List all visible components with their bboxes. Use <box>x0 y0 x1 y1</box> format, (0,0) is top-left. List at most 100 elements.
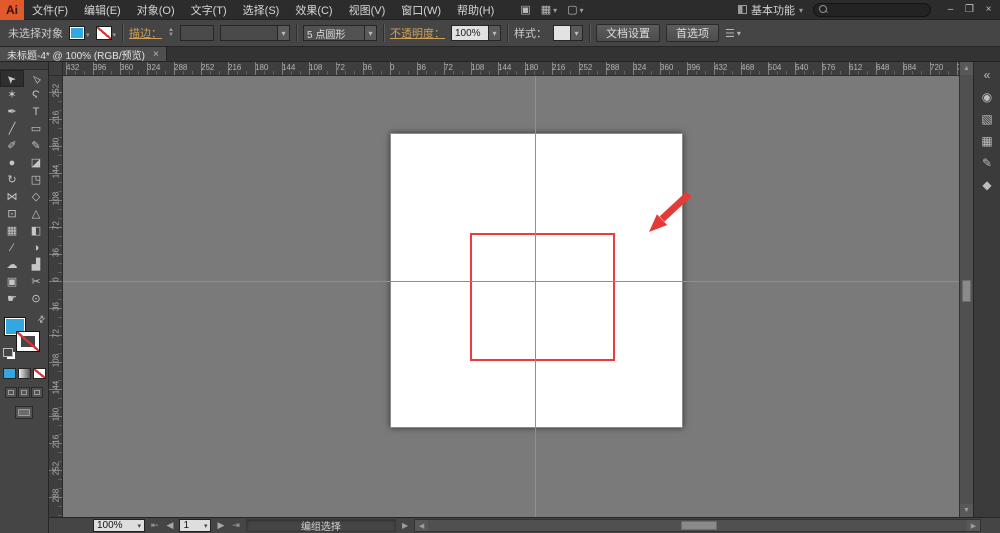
menu-window[interactable]: 窗口(W) <box>393 0 449 20</box>
canvas[interactable] <box>63 76 959 517</box>
direct-selection-tool[interactable]: ▻ <box>24 70 48 87</box>
paintbrush-tool[interactable]: ✐ <box>0 138 24 155</box>
menu-view[interactable]: 视图(V) <box>341 0 394 20</box>
last-artboard-button[interactable]: ⇥ <box>230 520 242 531</box>
status-flyout-icon[interactable]: ▶ <box>400 521 410 530</box>
first-artboard-button[interactable]: ⇤ <box>149 520 161 531</box>
scale-tool[interactable]: ◳ <box>24 172 48 189</box>
vertical-scroll-track[interactable] <box>960 75 973 504</box>
color-guide-panel-icon[interactable]: ▧ <box>976 108 999 130</box>
stroke-color-swatch[interactable] <box>16 331 40 352</box>
horizontal-scrollbar[interactable]: ◀ ▶ <box>414 519 981 532</box>
brush-definition-dropdown[interactable]: 5 点圆形 <box>302 25 377 41</box>
zoom-level-dropdown[interactable]: 100% <box>93 519 145 532</box>
vertical-guide[interactable] <box>535 76 536 517</box>
swap-fill-stroke-icon[interactable]: ⇄ <box>36 313 49 326</box>
close-button[interactable]: × <box>979 1 998 19</box>
document-setup-button[interactable]: 文档设置 <box>595 24 660 42</box>
previous-artboard-button[interactable]: ◀ <box>165 520 176 531</box>
bridge-icon[interactable]: ▣ <box>520 3 530 16</box>
line-segment-tool[interactable]: ╱ <box>0 121 24 138</box>
menu-object[interactable]: 对象(O) <box>129 0 183 20</box>
zoom-tool[interactable]: ⊙ <box>24 291 48 308</box>
free-transform-tool[interactable]: ◇ <box>24 189 48 206</box>
vertical-scroll-thumb[interactable] <box>962 280 971 302</box>
brushes-panel-icon[interactable]: ✎ <box>976 152 999 174</box>
menu-file[interactable]: 文件(F) <box>24 0 76 20</box>
change-screen-mode-button[interactable] <box>15 406 33 419</box>
style-dropdown[interactable] <box>552 25 583 41</box>
close-tab-icon[interactable]: × <box>153 49 159 60</box>
shape-builder-tool[interactable]: ⊡ <box>0 206 24 223</box>
expand-panels-icon[interactable]: « <box>976 64 999 86</box>
selection-tool[interactable]: ➤ <box>0 70 24 87</box>
color-button[interactable] <box>2 368 16 379</box>
stroke-weight-stepper[interactable]: ▲ ▼ <box>168 27 174 38</box>
opacity-value[interactable]: 100% <box>450 25 489 41</box>
stroke-color-control[interactable] <box>95 26 117 40</box>
none-button[interactable] <box>32 368 46 379</box>
vertical-ruler[interactable]: 252 216 180 144 108 72 36 0 36 72 108 144 180 216 252 2… <box>49 76 63 517</box>
magic-wand-tool[interactable]: ✶ <box>0 87 24 104</box>
symbol-sprayer-tool[interactable]: ☁ <box>0 257 24 274</box>
mesh-tool[interactable]: ▦ <box>0 223 24 240</box>
eyedropper-tool[interactable]: ∕ <box>0 240 24 257</box>
search-box[interactable] <box>813 2 931 17</box>
lasso-tool[interactable]: Ϛ <box>24 87 48 104</box>
eraser-tool[interactable]: ◪ <box>24 155 48 172</box>
stroke-weight-field[interactable] <box>179 25 214 41</box>
fill-swatch[interactable] <box>69 26 85 40</box>
gradient-button[interactable] <box>17 368 31 379</box>
horizontal-ruler[interactable]: 432 396 360 324 288 252 216 180 144 108 72 36 0 36 72 1… <box>63 62 959 76</box>
menu-edit[interactable]: 编辑(E) <box>76 0 129 20</box>
control-panel-menu-icon[interactable]: ☰ <box>725 27 741 40</box>
blend-tool[interactable]: ◑ <box>24 240 48 257</box>
menu-type[interactable]: 文字(T) <box>183 0 235 20</box>
draw-inside-button[interactable] <box>31 387 43 398</box>
blob-brush-tool[interactable]: ● <box>0 155 24 172</box>
menu-help[interactable]: 帮助(H) <box>449 0 502 20</box>
gradient-tool[interactable]: ◧ <box>24 223 48 240</box>
rectangle-tool[interactable]: ▭ <box>24 121 48 138</box>
color-panel-icon[interactable]: ◉ <box>976 86 999 108</box>
draw-behind-button[interactable] <box>18 387 30 398</box>
opacity-dropdown[interactable]: 100% <box>450 25 501 41</box>
scroll-down-icon[interactable]: ▼ <box>960 504 973 517</box>
vertical-scrollbar[interactable]: ▲ ▼ <box>959 62 973 517</box>
workspace-switcher[interactable]: 基本功能 <box>737 2 803 18</box>
slice-tool[interactable]: ✂ <box>24 274 48 291</box>
stroke-panel-link[interactable]: 描边： <box>129 25 162 41</box>
artboard-tool[interactable]: ▣ <box>0 274 24 291</box>
artboard-number-dropdown[interactable]: 1 <box>179 519 212 532</box>
column-graph-tool[interactable]: ▟ <box>24 257 48 274</box>
scroll-left-icon[interactable]: ◀ <box>415 520 429 531</box>
screen-mode-icon[interactable]: ▢ <box>567 3 583 16</box>
perspective-grid-tool[interactable]: △ <box>24 206 48 223</box>
scroll-up-icon[interactable]: ▲ <box>960 62 973 75</box>
minimize-button[interactable]: – <box>941 1 960 19</box>
hand-tool[interactable]: ☛ <box>0 291 24 308</box>
pen-tool[interactable]: ✒ <box>0 104 24 121</box>
drawn-rectangle[interactable] <box>470 233 615 361</box>
horizontal-scroll-thumb[interactable] <box>681 521 718 530</box>
type-tool[interactable]: T <box>24 104 48 121</box>
arrange-documents-icon[interactable]: ▦ <box>541 3 557 16</box>
stepper-down-icon[interactable]: ▼ <box>168 32 174 38</box>
width-profile-dropdown[interactable] <box>219 25 290 41</box>
next-artboard-button[interactable]: ▶ <box>215 520 226 531</box>
fill-color-control[interactable] <box>69 26 90 40</box>
menu-effect[interactable]: 效果(C) <box>287 0 340 20</box>
preferences-button[interactable]: 首选项 <box>665 24 719 42</box>
width-tool[interactable]: ⋈ <box>0 189 24 206</box>
swatches-panel-icon[interactable]: ▦ <box>976 130 999 152</box>
ruler-origin-corner[interactable] <box>49 62 63 76</box>
symbols-panel-icon[interactable]: ◆ <box>976 174 999 196</box>
search-input[interactable] <box>832 4 925 15</box>
rotate-tool[interactable]: ↻ <box>0 172 24 189</box>
opacity-panel-link[interactable]: 不透明度： <box>390 25 445 41</box>
restore-button[interactable]: ❒ <box>960 1 979 19</box>
scroll-right-icon[interactable]: ▶ <box>967 520 980 531</box>
pencil-tool[interactable]: ✎ <box>24 138 48 155</box>
horizontal-guide[interactable] <box>63 281 959 282</box>
document-tab[interactable]: 未标题-4* @ 100% (RGB/预览) × <box>0 47 167 62</box>
